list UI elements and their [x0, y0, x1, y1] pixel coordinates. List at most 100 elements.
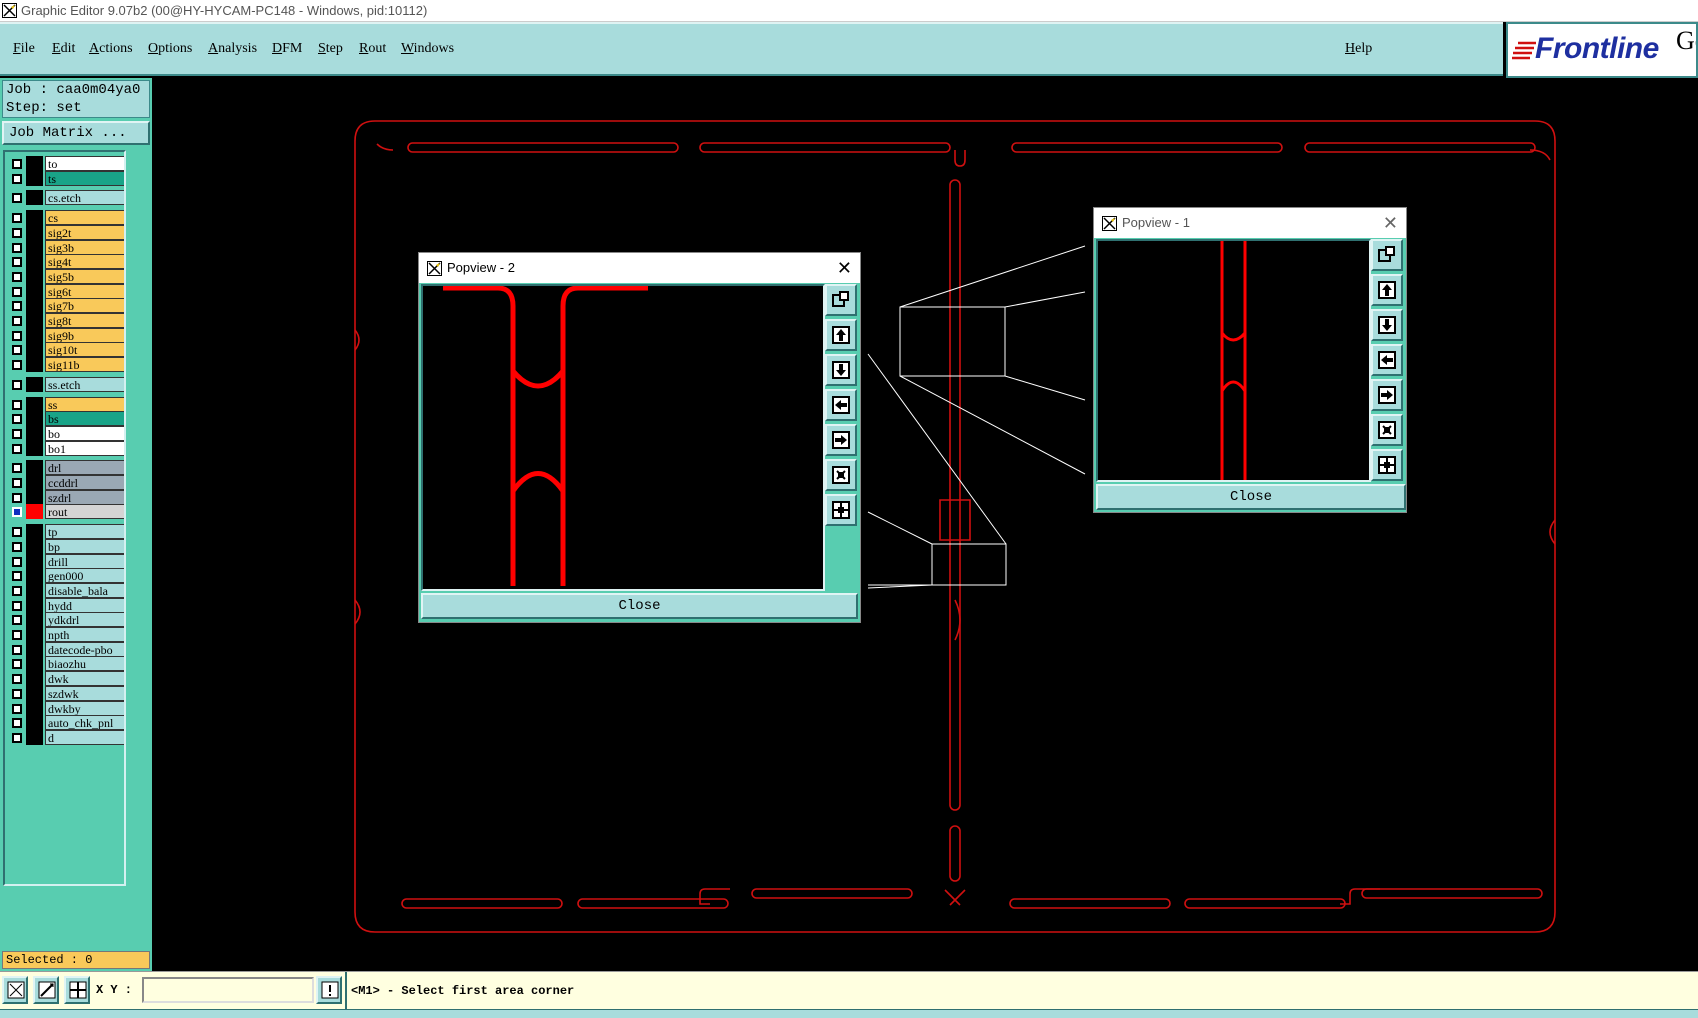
layer-row-sig10t[interactable]: sig10t [8, 342, 124, 358]
layer-color-swatch[interactable] [26, 641, 43, 657]
layer-color-swatch[interactable] [26, 612, 43, 628]
layer-color-swatch[interactable] [26, 425, 43, 441]
layer-checkbox[interactable] [12, 507, 22, 518]
layer-row-dwk[interactable]: dwk [8, 671, 124, 687]
layer-name[interactable]: d [45, 729, 124, 745]
layer-color-swatch[interactable] [26, 489, 43, 505]
menu-dfm[interactable]: DFM [272, 41, 302, 57]
layer-row-sig3b[interactable]: sig3b [8, 239, 124, 255]
layer-name[interactable]: hydd [45, 597, 124, 613]
menu-analysis[interactable]: Analysis [208, 41, 257, 57]
layer-checkbox[interactable] [12, 571, 22, 582]
layer-color-swatch[interactable] [26, 156, 43, 171]
menu-step[interactable]: Step [318, 41, 343, 57]
layer-name[interactable]: sig11b [45, 357, 124, 373]
layer-color-swatch[interactable] [26, 460, 43, 476]
layer-checkbox[interactable] [12, 541, 22, 552]
layer-name[interactable]: bs [45, 411, 124, 427]
layer-name[interactable]: gen000 [45, 568, 124, 584]
layer-name[interactable]: disable_bala [45, 582, 124, 598]
menu-edit[interactable]: Edit [52, 41, 75, 57]
popview-2-close-button[interactable]: Close [421, 593, 858, 619]
layer-row-rout[interactable]: rout [8, 504, 124, 520]
layer-checkbox[interactable] [12, 286, 22, 297]
layer-name[interactable]: cs.etch [45, 190, 124, 206]
layer-checkbox[interactable] [12, 360, 22, 371]
zoom-out-icon[interactable] [825, 459, 857, 491]
layer-row-to[interactable]: to [8, 156, 124, 171]
layer-name[interactable]: bp [45, 538, 124, 554]
layer-name[interactable]: biaozhu [45, 656, 124, 672]
layer-color-swatch[interactable] [26, 475, 43, 490]
layer-name[interactable]: bo [45, 425, 124, 441]
close-icon[interactable]: ✕ [1383, 214, 1398, 232]
layer-name[interactable]: sig2t [45, 224, 124, 240]
layer-color-swatch[interactable] [26, 396, 43, 412]
pan-down-icon[interactable] [825, 354, 857, 386]
pan-left-icon[interactable] [1371, 344, 1403, 376]
layer-checkbox[interactable] [12, 527, 22, 538]
menu-help[interactable]: Help [1345, 41, 1372, 57]
layer-name[interactable]: bo1 [45, 440, 124, 456]
layer-checkbox[interactable] [12, 173, 22, 184]
zoom-window-icon[interactable] [825, 284, 857, 316]
xy-coordinate-input[interactable] [142, 977, 314, 1003]
layer-name[interactable]: auto_chk_pnl [45, 715, 124, 731]
layer-color-swatch[interactable] [26, 190, 43, 206]
layer-checkbox[interactable] [12, 556, 22, 567]
layer-color-swatch[interactable] [26, 700, 43, 716]
layer-row-sig11b[interactable]: sig11b [8, 357, 124, 373]
layer-name[interactable]: sig5b [45, 268, 124, 284]
layer-name[interactable]: sig8t [45, 313, 124, 328]
layer-name[interactable]: szdwk [45, 685, 124, 701]
layer-row-bp[interactable]: bp [8, 538, 124, 554]
layer-row-sig5b[interactable]: sig5b [8, 268, 124, 284]
layer-name[interactable]: drl [45, 460, 124, 476]
layer-row-biaozhu[interactable]: biaozhu [8, 656, 124, 672]
layer-color-swatch[interactable] [26, 671, 43, 687]
layer-checkbox[interactable] [12, 257, 22, 268]
zoom-fit-icon[interactable] [1371, 449, 1403, 481]
layer-row-hydd[interactable]: hydd [8, 597, 124, 613]
layer-row-ts[interactable]: ts [8, 170, 124, 186]
layer-checkbox[interactable] [12, 399, 22, 410]
layer-row-sig7b[interactable]: sig7b [8, 298, 124, 314]
layer-color-swatch[interactable] [26, 342, 43, 358]
layer-color-swatch[interactable] [26, 298, 43, 314]
layer-name[interactable]: sig9b [45, 327, 124, 343]
layer-row-sig4t[interactable]: sig4t [8, 254, 124, 270]
popview-1-title-bar[interactable]: Popview - 1 ✕ [1094, 208, 1406, 238]
layer-color-swatch[interactable] [26, 729, 43, 745]
layer-row-datecode-pbo[interactable]: datecode-pbo [8, 641, 124, 657]
layer-color-swatch[interactable] [26, 411, 43, 427]
layer-name[interactable]: ts [45, 170, 124, 186]
layer-row-sig8t[interactable]: sig8t [8, 313, 124, 328]
layer-color-swatch[interactable] [26, 715, 43, 731]
layer-checkbox[interactable] [12, 492, 22, 503]
layer-color-swatch[interactable] [26, 582, 43, 598]
layer-color-swatch[interactable] [26, 538, 43, 554]
layer-row-drl[interactable]: drl [8, 460, 124, 476]
layer-checkbox[interactable] [12, 271, 22, 282]
menu-options[interactable]: Options [148, 41, 192, 57]
layer-name[interactable]: cs [45, 210, 124, 226]
layer-row-cs-etch[interactable]: cs.etch [8, 190, 124, 206]
layer-checkbox[interactable] [12, 330, 22, 341]
zoom-out-icon[interactable] [1371, 414, 1403, 446]
layer-row-npth[interactable]: npth [8, 627, 124, 642]
layer-checkbox[interactable] [12, 478, 22, 488]
layer-color-swatch[interactable] [26, 313, 43, 328]
layer-name[interactable]: ss.etch [45, 376, 124, 392]
layer-name[interactable]: sig3b [45, 239, 124, 255]
measure-tool-button[interactable] [2, 976, 28, 1004]
layer-checkbox[interactable] [12, 242, 22, 253]
layer-row-sig6t[interactable]: sig6t [8, 283, 124, 299]
layer-checkbox[interactable] [12, 674, 22, 685]
menu-rout[interactable]: Rout [359, 41, 386, 57]
popview-1-close-button[interactable]: Close [1096, 484, 1406, 510]
layer-checkbox[interactable] [12, 703, 22, 714]
job-matrix-button[interactable]: Job Matrix ... [2, 121, 150, 145]
layer-row-sig2t[interactable]: sig2t [8, 224, 124, 240]
layer-color-swatch[interactable] [26, 268, 43, 284]
layer-name[interactable]: ss [45, 396, 124, 412]
